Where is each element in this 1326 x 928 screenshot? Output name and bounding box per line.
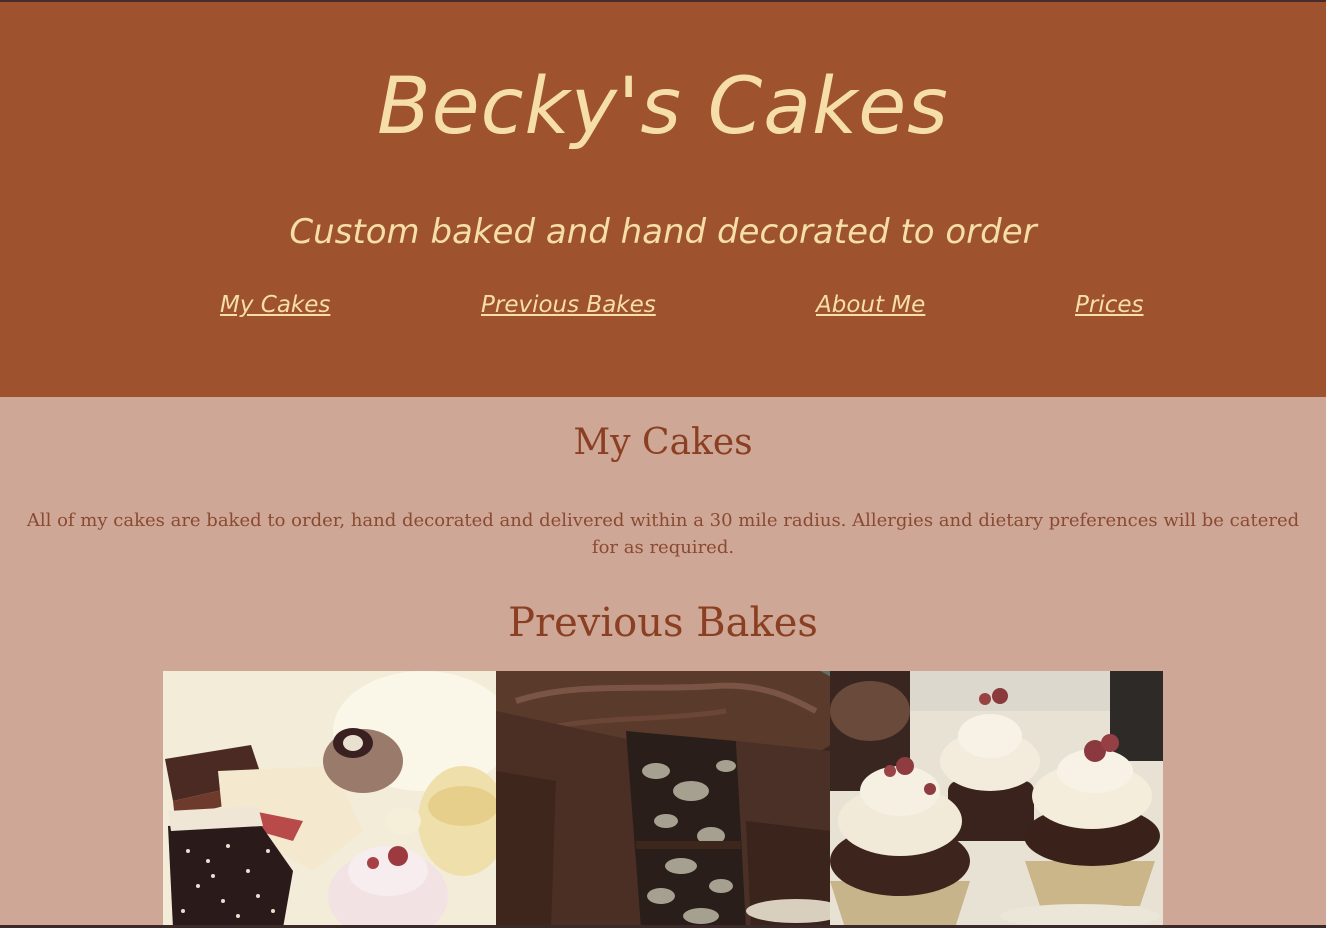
nav-link-prices[interactable]: Prices [1075, 292, 1144, 318]
nav-link-my-cakes[interactable]: My Cakes [220, 292, 330, 318]
nav-link-previous-bakes[interactable]: Previous Bakes [481, 292, 656, 318]
assorted-pastries-photo [163, 671, 496, 928]
site-header: Becky's Cakes Custom baked and hand deco… [0, 0, 1326, 397]
site-title: Becky's Cakes [377, 62, 949, 152]
nav-link-about-me[interactable]: About Me [816, 292, 925, 318]
my-cakes-description: All of my cakes are baked to order, hand… [26, 510, 1300, 558]
cupcakes-photo [830, 671, 1163, 928]
my-cakes-heading: My Cakes [573, 422, 753, 463]
main-nav: My Cakes Previous Bakes About Me Prices [0, 292, 1326, 332]
previous-bakes-gallery [163, 671, 1163, 928]
chocolate-cake-photo [496, 671, 830, 928]
site-tagline: Custom baked and hand decorated to order [289, 212, 1037, 252]
previous-bakes-heading: Previous Bakes [508, 600, 818, 646]
